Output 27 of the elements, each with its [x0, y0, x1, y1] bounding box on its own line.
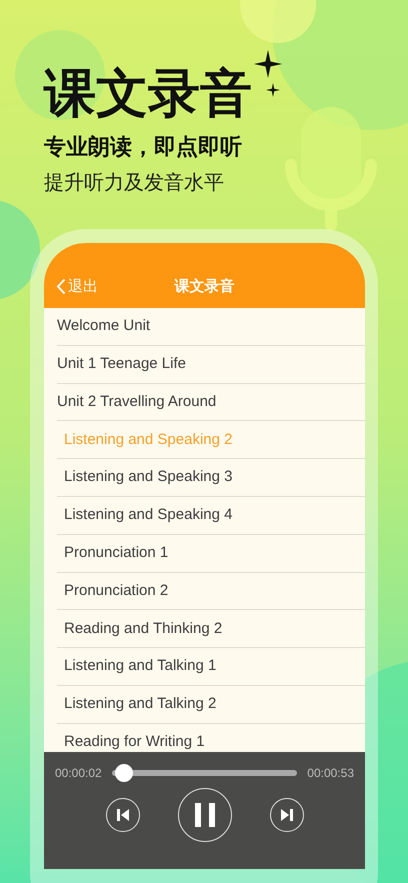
hero-title: 课文录音	[44, 64, 252, 124]
lesson-item[interactable]: Reading for Writing 1	[64, 730, 205, 754]
pause-icon	[194, 803, 216, 827]
play-pause-button[interactable]	[178, 788, 232, 842]
lesson-item[interactable]: Listening and Talking 1	[64, 655, 216, 678]
lesson-item[interactable]: Unit 2 Travelling Around	[57, 390, 216, 414]
slider-thumb[interactable]	[115, 764, 134, 782]
chevron-left-icon	[56, 278, 66, 296]
hero-subtitle: 专业朗读，即点即听	[44, 133, 243, 161]
lesson-item[interactable]: Pronunciation 1	[64, 542, 168, 564]
lesson-item[interactable]: Reading and Thinking 2	[64, 618, 222, 640]
total-time: 00:00:53	[307, 765, 354, 782]
progress-slider[interactable]	[112, 763, 298, 783]
skip-forward-icon	[280, 808, 294, 822]
microphone-icon	[284, 105, 378, 231]
lesson-item[interactable]: Listening and Speaking 4	[64, 504, 232, 527]
skip-back-icon	[116, 808, 130, 822]
lesson-item[interactable]: Welcome Unit	[57, 315, 150, 338]
next-button[interactable]	[270, 798, 304, 832]
previous-button[interactable]	[106, 798, 140, 832]
nav-title: 课文录音	[174, 276, 234, 296]
hero-tagline: 提升听力及发音水平	[44, 171, 225, 196]
lesson-item[interactable]: Listening and Speaking 3	[64, 466, 232, 489]
lesson-item[interactable]: Pronunciation 2	[64, 580, 168, 602]
lesson-item[interactable]: Listening and Talking 2	[64, 693, 216, 716]
elapsed-time: 00:00:02	[55, 765, 102, 782]
lesson-item[interactable]: Unit 1 Teenage Life	[57, 352, 186, 376]
